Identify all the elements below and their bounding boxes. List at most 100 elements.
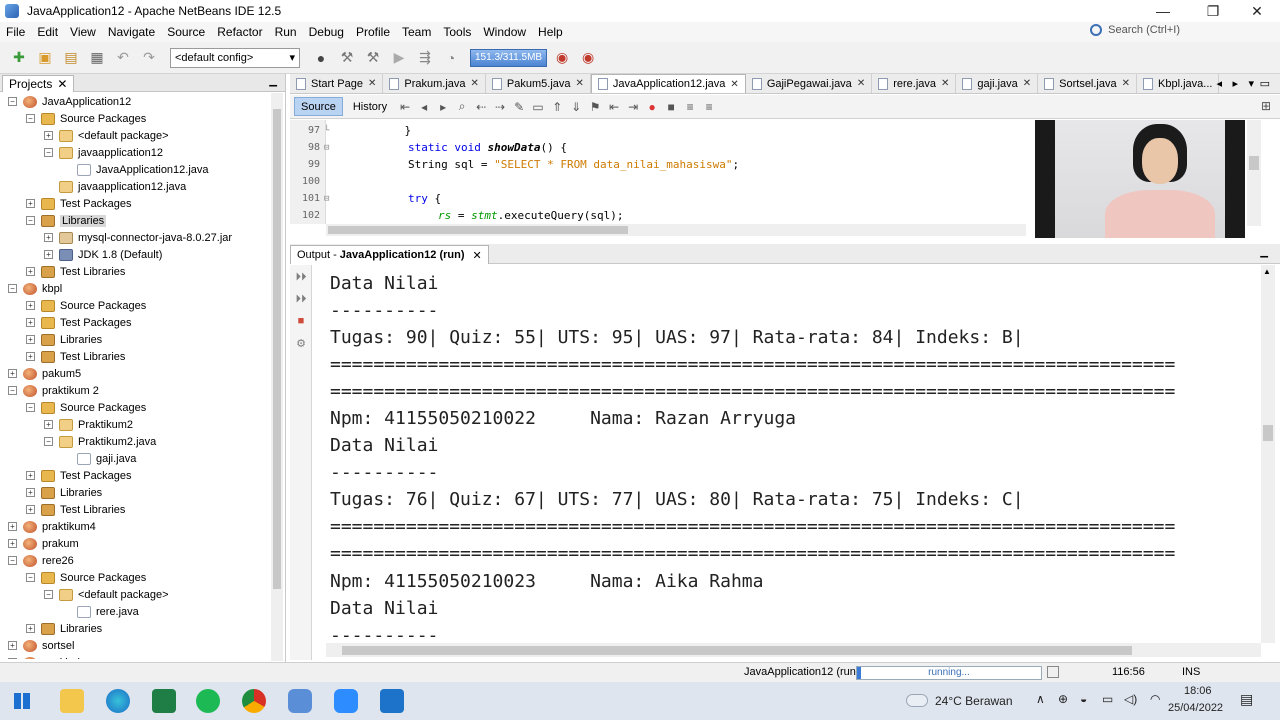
screen-recorder-icon[interactable] [380,689,404,713]
shift-left-icon[interactable]: ⇤ [606,99,622,115]
tree-node[interactable]: + uaskbpl [0,654,268,659]
close-icon[interactable]: ✕ [473,249,482,262]
notification-center-icon[interactable]: ▤ [1240,691,1253,708]
tree-node[interactable]: JavaApplication12.java [0,161,268,178]
uncomment-icon[interactable]: ≡ [701,99,717,115]
code-hscroll-thumb[interactable] [328,226,628,234]
menu-window[interactable]: Window [477,25,532,39]
tree-node[interactable]: − Source Packages [0,569,268,586]
code-vscroll-thumb[interactable] [1249,156,1259,170]
expand-icon[interactable]: + [26,352,35,361]
toggle-highlight-icon[interactable]: ✎ [511,99,527,115]
projects-scrollbar[interactable] [271,93,283,661]
open-project-icon[interactable]: ▤ [60,47,82,69]
clean-build-icon[interactable]: ⚒ [362,47,384,69]
menu-help[interactable]: Help [532,25,569,39]
insert-mode[interactable]: INS [1182,666,1200,678]
tree-node[interactable]: + prakum [0,535,268,552]
tab-projects[interactable]: Projects ✕ [2,75,75,92]
code-vertical-scrollbar[interactable] [1247,120,1261,226]
editor-tab[interactable]: Kbpl.java... [1137,74,1220,93]
menu-source[interactable]: Source [161,25,211,39]
find-selection-icon[interactable]: ⌕ [454,99,470,115]
excel-icon[interactable] [152,689,176,713]
editor-tab[interactable]: rere.java ✕ [872,74,957,93]
memory-meter[interactable]: 151.3/311.5MB [470,48,548,67]
rerun-icon[interactable]: ⏵⏵ [293,269,309,285]
new-project-icon[interactable]: ▣ [34,47,56,69]
expand-icon[interactable]: + [8,641,17,650]
minimize-panel-icon[interactable]: ▁ [269,76,277,87]
collapse-icon[interactable]: − [26,573,35,582]
save-all-icon[interactable]: ▦ [86,47,108,69]
scroll-tabs-right-icon[interactable]: ▸ [1232,77,1238,90]
close-button[interactable]: ✕ [1237,0,1277,22]
clock-time[interactable]: 18:06 [1184,685,1212,697]
netbeans-taskbar-icon[interactable] [288,689,312,713]
weather-cloud-icon[interactable] [906,694,928,707]
tree-node[interactable]: − rere26 [0,552,268,569]
shift-right-icon[interactable]: ⇥ [625,99,641,115]
expand-icon[interactable]: + [8,539,17,548]
settings-icon[interactable]: ⚙ [293,335,309,351]
expand-icon[interactable]: + [8,658,17,659]
start-macro-icon[interactable]: ● [644,99,660,115]
tree-node[interactable]: + <default package> [0,127,268,144]
expand-icon[interactable]: + [26,301,35,310]
close-icon[interactable]: ✕ [857,78,865,89]
redo-icon[interactable]: ↷ [138,47,160,69]
tree-node[interactable]: − kbpl [0,280,268,297]
previous-bookmark-icon[interactable]: ⇑ [549,99,565,115]
editor-tab[interactable]: gaji.java ✕ [956,74,1039,93]
expand-icon[interactable]: + [26,624,35,633]
expand-icon[interactable]: + [26,267,35,276]
zoom-icon[interactable] [334,689,358,713]
meet-now-icon[interactable]: ⊕ [1058,692,1068,706]
output-vscroll-thumb[interactable] [1263,425,1273,441]
menu-team[interactable]: Team [396,25,437,39]
caret-position[interactable]: 116:56 [1112,666,1145,678]
tree-node[interactable]: javaapplication12.java [0,178,268,195]
menu-navigate[interactable]: Navigate [102,25,161,39]
editor-tab[interactable]: GajiPegawai.java ✕ [746,74,873,93]
menu-view[interactable]: View [64,25,102,39]
close-icon[interactable]: ✕ [941,78,949,89]
tree-node[interactable]: + Test Libraries [0,501,268,518]
tree-node[interactable]: − Source Packages [0,110,268,127]
network-icon[interactable]: ◒ [1080,692,1087,706]
tree-node[interactable]: + Test Packages [0,467,268,484]
back-icon[interactable]: ◂ [416,99,432,115]
tab-list-icon[interactable]: ▾ [1248,77,1254,90]
tree-node[interactable]: + Libraries [0,620,268,637]
file-explorer-icon[interactable] [60,689,84,713]
profile-icon[interactable]: ◔ [440,47,462,69]
stop-icon[interactable]: ■ [293,313,309,329]
close-icon[interactable]: ✕ [1023,78,1031,89]
expand-icon[interactable]: + [26,488,35,497]
menu-run[interactable]: Run [269,25,303,39]
expand-icon[interactable]: + [8,522,17,531]
expand-icon[interactable]: + [26,318,35,327]
tree-node[interactable]: + Libraries [0,484,268,501]
tree-node[interactable]: + Test Libraries [0,263,268,280]
tree-node[interactable]: rere.java [0,603,268,620]
expand-icon[interactable]: + [44,131,53,140]
split-editor-icon[interactable]: ⊞ [1258,98,1274,114]
maximize-editor-icon[interactable]: ▭ [1260,77,1270,90]
gc-icon[interactable]: ◉ [551,47,573,69]
tree-node[interactable]: + Praktikum2 [0,416,268,433]
collapse-icon[interactable]: − [8,556,17,565]
stop-macro-icon[interactable]: ■ [663,99,679,115]
close-icon[interactable]: ✕ [368,78,376,89]
editor-tab[interactable]: Prakum.java ✕ [383,74,486,93]
edge-browser-icon[interactable] [106,689,130,713]
chrome-icon[interactable] [242,689,266,713]
collapse-icon[interactable]: − [26,403,35,412]
menu-file[interactable]: File [0,25,31,39]
collapse-icon[interactable]: − [44,590,53,599]
editor-tab[interactable]: Start Page ✕ [290,74,384,93]
tab-output-run[interactable]: Output - JavaApplication12 (run) ✕ [290,245,489,264]
editor-tab[interactable]: Pakum5.java ✕ [486,74,591,93]
target-icon[interactable]: ● [310,47,332,69]
close-icon[interactable]: ✕ [57,77,67,91]
